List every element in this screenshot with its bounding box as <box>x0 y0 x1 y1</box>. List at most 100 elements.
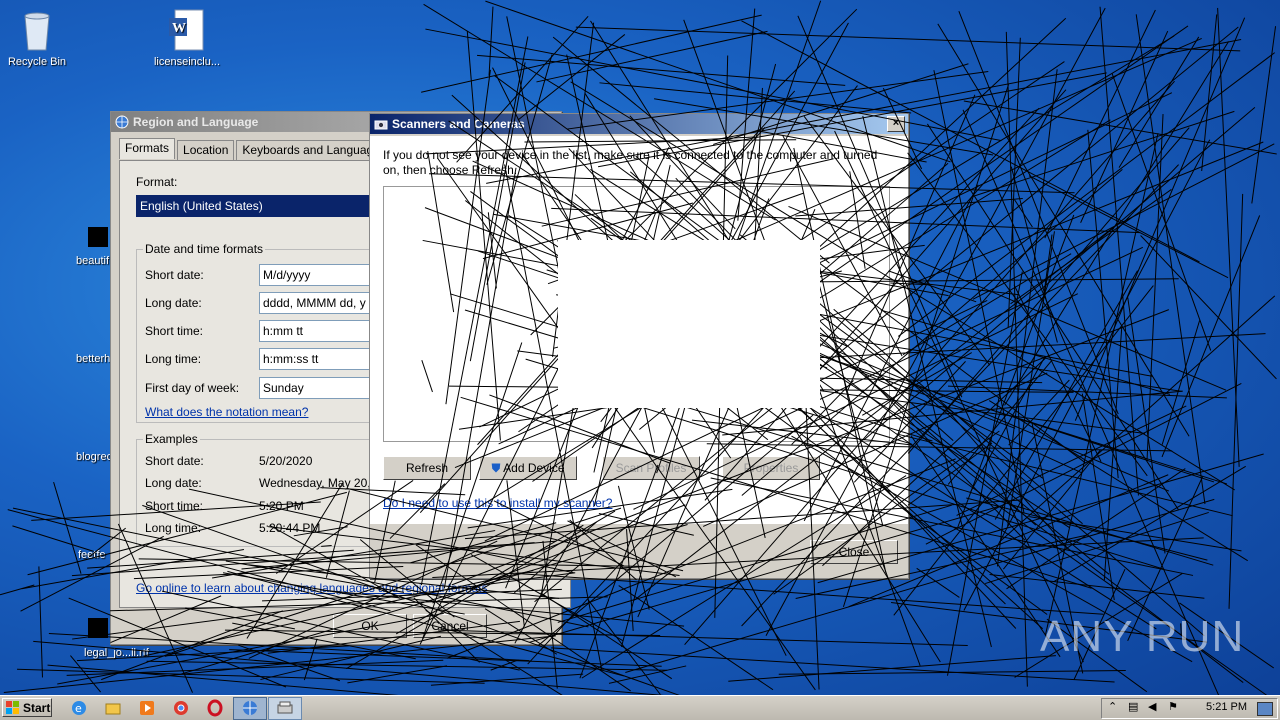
artifact-line <box>778 670 1126 675</box>
artifact-line <box>1099 6 1139 496</box>
artifact-line <box>988 400 1248 562</box>
artifact-line <box>907 442 993 506</box>
artifact-line <box>1007 37 1021 328</box>
tab-formats[interactable]: Formats <box>119 138 176 159</box>
add-device-label: Add Device <box>503 461 565 475</box>
artifact-line <box>1028 175 1229 279</box>
artifact-line <box>70 655 102 693</box>
desktop-file-icon[interactable] <box>88 618 108 638</box>
properties-button[interactable]: Properties <box>722 456 820 480</box>
artifact-line <box>1004 41 1230 406</box>
artifact-line <box>947 359 1053 485</box>
artifact-line <box>599 82 912 114</box>
short-time-select[interactable]: h:mm tt <box>259 320 376 342</box>
short-date-select[interactable]: M/d/yyyy <box>259 264 376 286</box>
tab-location[interactable]: Location <box>177 140 235 161</box>
first-day-select[interactable]: Sunday <box>259 377 376 399</box>
artifact-line <box>515 572 1104 615</box>
example-value: 5/20/2020 <box>259 454 313 468</box>
long-time-select[interactable]: h:mm:ss tt <box>259 348 376 370</box>
network-icon[interactable]: ▤ <box>1128 700 1138 713</box>
artifact-line <box>970 356 1046 493</box>
windows-logo-icon <box>6 701 19 714</box>
svg-text:W: W <box>172 21 186 36</box>
artifact-line <box>893 285 1154 616</box>
artifact-line <box>66 659 444 676</box>
artifact-line <box>1074 17 1246 421</box>
artifact-line <box>1013 284 1102 462</box>
desktop-icon-label: feetfe <box>78 549 106 561</box>
artifact-line <box>1135 14 1206 505</box>
artifact-line <box>477 54 846 86</box>
artifact-line <box>1007 231 1055 527</box>
artifact-line <box>1014 199 1033 228</box>
taskbar-scanners[interactable] <box>268 697 302 720</box>
artifact-line <box>947 271 1023 676</box>
artifact-line <box>490 659 519 671</box>
word-document-icon: W <box>169 9 204 51</box>
artifact-line <box>1161 215 1261 458</box>
camera-icon <box>374 120 388 130</box>
artifact-line <box>910 435 1061 658</box>
cancel-button[interactable]: Cancel <box>413 614 487 638</box>
artifact-line <box>12 525 94 552</box>
online-languages-link[interactable]: Go online to learn about changing langua… <box>136 581 488 595</box>
format-select[interactable]: English (United States) <box>136 195 371 217</box>
globe-icon <box>115 115 129 129</box>
media-player-icon[interactable] <box>138 699 156 717</box>
artifact-line <box>925 383 1242 545</box>
artifact-line <box>985 511 1209 585</box>
long-date-select[interactable]: dddd, MMMM dd, y <box>259 292 376 314</box>
artifact-line <box>907 127 1190 454</box>
chevron-up-icon[interactable]: ⌃ <box>1108 700 1117 713</box>
ok-button[interactable]: OK <box>333 614 407 638</box>
explorer-icon[interactable] <box>104 699 122 717</box>
artifact-line <box>608 665 687 684</box>
artifact-line <box>17 668 485 684</box>
desktop-icon-label: licenseinclu... <box>153 56 221 68</box>
clock[interactable]: 5:21 PM <box>1206 701 1247 713</box>
artifact-line <box>53 481 82 574</box>
notation-link[interactable]: What does the notation mean? <box>145 405 308 419</box>
close-icon[interactable]: × <box>887 116 905 132</box>
artifact-line <box>956 405 1187 516</box>
artifact-line <box>973 403 1215 483</box>
artifact-line <box>880 309 1171 395</box>
license-document-desktop-icon[interactable]: W licenseinclu... <box>147 8 227 68</box>
artifact-line <box>1201 14 1218 172</box>
refresh-button[interactable]: Refresh <box>383 456 471 480</box>
artifact-line <box>728 655 1056 682</box>
artifact-line <box>962 109 1221 699</box>
example-label: Short date: <box>145 454 204 468</box>
show-desktop-icon[interactable] <box>1257 702 1273 716</box>
desktop-file-icon[interactable] <box>88 227 108 247</box>
artifact-line <box>966 497 1208 561</box>
volume-icon[interactable]: ◀ <box>1148 700 1156 713</box>
close-button[interactable]: Close <box>810 540 898 564</box>
artifact-line <box>907 152 1148 477</box>
chrome-icon[interactable] <box>172 699 190 717</box>
add-device-button[interactable]: ⛊ Add Device <box>479 456 577 480</box>
artifact-line <box>488 6 494 76</box>
artifact-line <box>933 70 1025 514</box>
scan-profiles-button[interactable]: Scan Profiles <box>602 456 700 480</box>
ie-icon[interactable]: e <box>70 699 88 717</box>
taskbar: Start e ⌃ ▤ ◀ ⚑ 5:21 PM <box>0 695 1280 720</box>
short-date-label: Short date: <box>145 268 204 282</box>
artifact-line <box>1140 235 1277 380</box>
format-label: Format: <box>136 175 178 189</box>
recycle-bin-desktop-icon[interactable]: Recycle Bin <box>0 8 77 68</box>
flag-icon[interactable]: ⚑ <box>1168 700 1178 713</box>
artifact-line <box>1029 516 1242 552</box>
opera-icon[interactable] <box>206 699 224 717</box>
taskbar-region-language[interactable] <box>233 697 267 720</box>
recycle-bin-icon <box>24 12 50 51</box>
artifact-line <box>972 143 1275 300</box>
artifact-line <box>972 110 1235 197</box>
start-button[interactable]: Start <box>2 698 52 717</box>
artifact-line <box>1103 326 1123 581</box>
long-date-label: Long date: <box>145 296 202 310</box>
scanners-titlebar[interactable]: Scanners and Cameras × <box>370 114 908 134</box>
artifact-line <box>1044 9 1156 239</box>
install-scanner-help-link[interactable]: Do I need to use this to install my scan… <box>383 496 612 510</box>
